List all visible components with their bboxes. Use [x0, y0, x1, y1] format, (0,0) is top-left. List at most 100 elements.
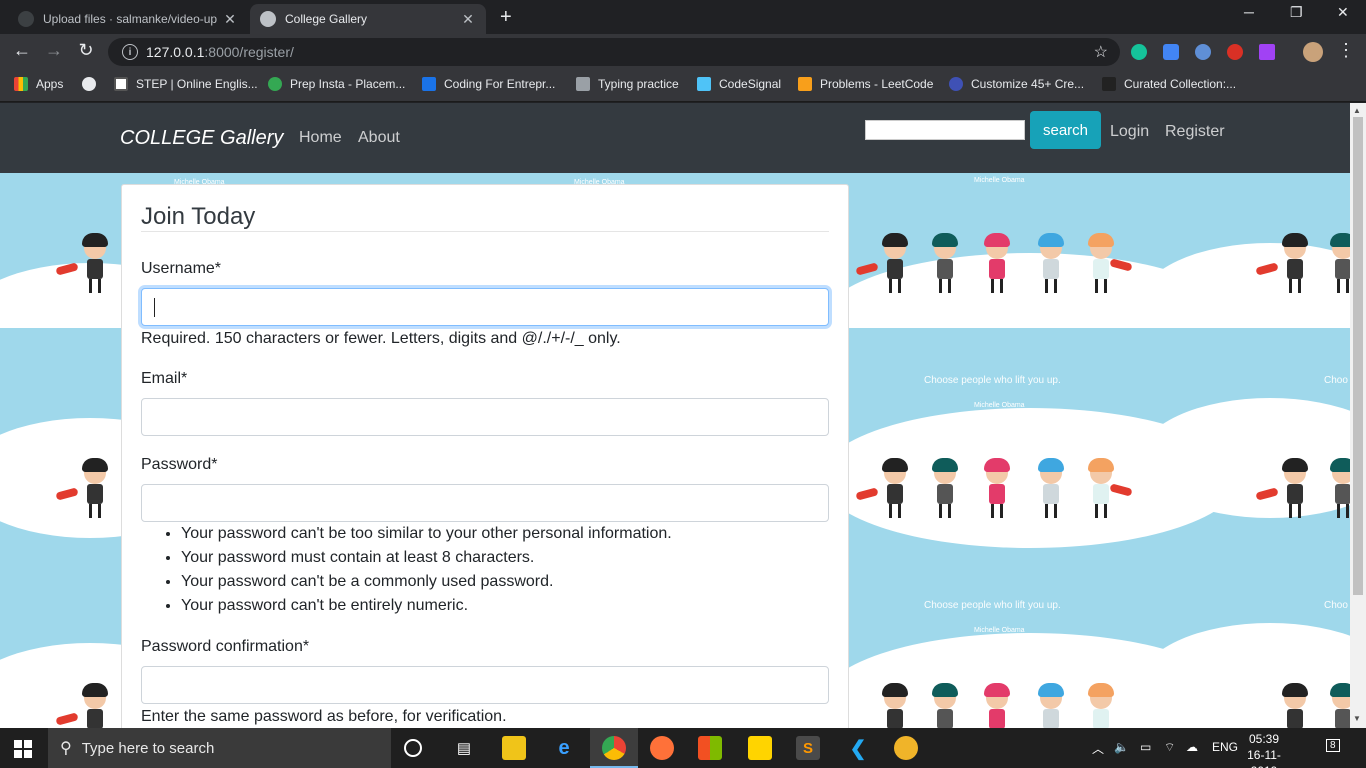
battery-icon[interactable]: ▭	[1140, 740, 1151, 754]
bookmark-500px[interactable]: Curated Collection:...	[1102, 77, 1236, 91]
new-tab-icon[interactable]: +	[500, 6, 512, 29]
background-author: Michelle Obama	[974, 177, 1025, 184]
menu-kebab-icon[interactable]: ⋮	[1334, 40, 1358, 61]
prepinsta-icon	[268, 77, 282, 91]
search-input[interactable]	[865, 120, 1025, 140]
tab-upload-files[interactable]: Upload files · salmanke/video-up ✕	[8, 4, 248, 34]
taskbar-search[interactable]: ⚲ Type here to search	[48, 728, 391, 768]
nav-register-link[interactable]: Register	[1165, 123, 1225, 141]
extension-red-icon[interactable]	[1227, 44, 1243, 60]
bookmark-coding[interactable]: Coding For Entrepr...	[422, 77, 555, 91]
clock[interactable]: 05:39 16-11-2019	[1236, 731, 1292, 768]
close-icon[interactable]: ✕	[222, 11, 238, 28]
bookmark-label: STEP | Online Englis...	[136, 77, 258, 91]
grammarly-icon[interactable]	[1131, 44, 1147, 60]
bookmark-codesignal[interactable]: CodeSignal	[697, 77, 781, 91]
firefox-icon[interactable]	[650, 736, 674, 760]
store-icon[interactable]	[698, 736, 722, 760]
list-item: Your password can't be a commonly used p…	[181, 570, 672, 594]
email-field[interactable]	[141, 398, 829, 436]
form-title: Join Today	[141, 203, 256, 230]
chrome-icon[interactable]	[602, 736, 626, 760]
canva-icon	[949, 77, 963, 91]
info-icon[interactable]: i	[122, 44, 138, 60]
search-button[interactable]: search	[1030, 111, 1101, 149]
onedrive-icon[interactable]: ☁	[1186, 740, 1198, 754]
forward-icon[interactable]: →	[42, 40, 66, 61]
globe-icon	[260, 11, 276, 27]
bookmark-leetcode[interactable]: Problems - LeetCode	[798, 77, 933, 91]
codesignal-icon	[697, 77, 711, 91]
cortana-icon[interactable]	[404, 739, 422, 757]
restore-icon[interactable]: ❐	[1290, 4, 1303, 21]
bookmarks-bar: Apps STEP | Online Englis... Prep Insta …	[0, 70, 1366, 102]
url-path: :8000/register/	[204, 44, 294, 60]
shield-app-icon[interactable]	[894, 736, 918, 760]
bookmark-canva[interactable]: Customize 45+ Cre...	[949, 77, 1084, 91]
list-item: Your password can't be entirely numeric.	[181, 594, 672, 618]
nav-about-link[interactable]: About	[358, 129, 400, 147]
windows-start-icon[interactable]	[14, 740, 32, 758]
password-confirmation-help-text: Enter the same password as before, for v…	[141, 708, 507, 725]
file-explorer-icon[interactable]	[502, 736, 526, 760]
bookmark-prepinsta[interactable]: Prep Insta - Placem...	[268, 77, 405, 91]
back-icon[interactable]: ←	[10, 40, 34, 61]
edge-icon[interactable]: e	[552, 736, 576, 760]
scrollbar-thumb[interactable]	[1353, 117, 1363, 595]
scroll-down-icon[interactable]: ▼	[1353, 714, 1361, 723]
password-rules-list: Your password can't be too similar to yo…	[181, 522, 672, 618]
background-quote: Choose people who lift you up.	[924, 375, 1061, 386]
language-indicator[interactable]: ENG	[1212, 740, 1238, 754]
sticky-notes-icon[interactable]	[748, 736, 772, 760]
scroll-up-icon[interactable]: ▲	[1353, 106, 1361, 115]
task-view-icon[interactable]: ▤	[452, 736, 476, 760]
sublime-text-icon[interactable]: S	[796, 736, 820, 760]
bookmark-step[interactable]: STEP | Online Englis...	[114, 77, 258, 91]
background-quote: Choose people who lift you up.	[924, 600, 1061, 611]
text-caret	[154, 298, 155, 317]
background-quote: Choo	[1324, 375, 1348, 386]
github-icon	[18, 11, 34, 27]
close-icon[interactable]: ✕	[460, 11, 476, 28]
username-field[interactable]	[141, 288, 829, 326]
px-icon	[1102, 77, 1116, 91]
search-icon: ⚲	[60, 740, 72, 757]
extension-owl-icon[interactable]	[1195, 44, 1211, 60]
password-field[interactable]	[141, 484, 829, 522]
site-brand[interactable]: COLLEGE Gallery	[120, 127, 283, 150]
bookmark-typing[interactable]: Typing practice	[576, 77, 679, 91]
password-confirmation-field[interactable]	[141, 666, 829, 704]
address-bar[interactable]: i 127.0.0.1:8000/register/ ☆	[108, 38, 1120, 66]
divider	[141, 231, 829, 232]
notifications-icon[interactable]: 8	[1326, 739, 1340, 752]
keyboard-icon	[576, 77, 590, 91]
browser-toolbar: ← → ↻ i 127.0.0.1:8000/register/ ☆ ⋮	[0, 34, 1366, 70]
close-window-icon[interactable]: ✕	[1337, 4, 1349, 21]
list-item: Your password must contain at least 8 ch…	[181, 546, 672, 570]
bookmark-globe[interactable]	[82, 77, 104, 91]
reload-icon[interactable]: ↻	[74, 40, 98, 61]
nav-home-link[interactable]: Home	[299, 129, 342, 147]
nav-login-link[interactable]: Login	[1110, 123, 1149, 141]
globe-icon	[82, 77, 96, 91]
clock-time: 05:39	[1248, 732, 1280, 746]
bookmark-label: Prep Insta - Placem...	[290, 77, 406, 91]
volume-icon[interactable]: 🔈	[1114, 740, 1129, 754]
extension-feather-icon[interactable]	[1259, 44, 1275, 60]
register-form-card: Join Today Username* Required. 150 chara…	[121, 184, 849, 728]
background-author: Michelle Obama	[974, 627, 1025, 634]
bookmark-star-icon[interactable]: ☆	[1094, 42, 1108, 62]
profile-avatar[interactable]	[1303, 42, 1323, 62]
wifi-icon[interactable]: ⌔	[1164, 740, 1175, 755]
translate-icon[interactable]	[1163, 44, 1179, 60]
password-confirmation-label: Password confirmation*	[141, 638, 310, 655]
page-scrollbar[interactable]: ▲ ▼	[1350, 103, 1366, 728]
vscode-icon[interactable]: ❮	[846, 736, 870, 760]
minimize-icon[interactable]: ─	[1244, 4, 1254, 20]
chevron-up-icon[interactable]: ︿	[1092, 740, 1104, 757]
bookmark-apps[interactable]: Apps	[14, 77, 63, 91]
windows-taskbar: ⚲ Type here to search ▤ e S ❮ ︿ 🔈 ▭ ⌔ ☁ …	[0, 728, 1366, 768]
page-viewport: Michelle Obama Michelle Obama Michelle O…	[0, 103, 1350, 728]
tab-college-gallery[interactable]: College Gallery ✕	[250, 4, 486, 34]
clock-date: 16-11-2019	[1247, 748, 1281, 768]
